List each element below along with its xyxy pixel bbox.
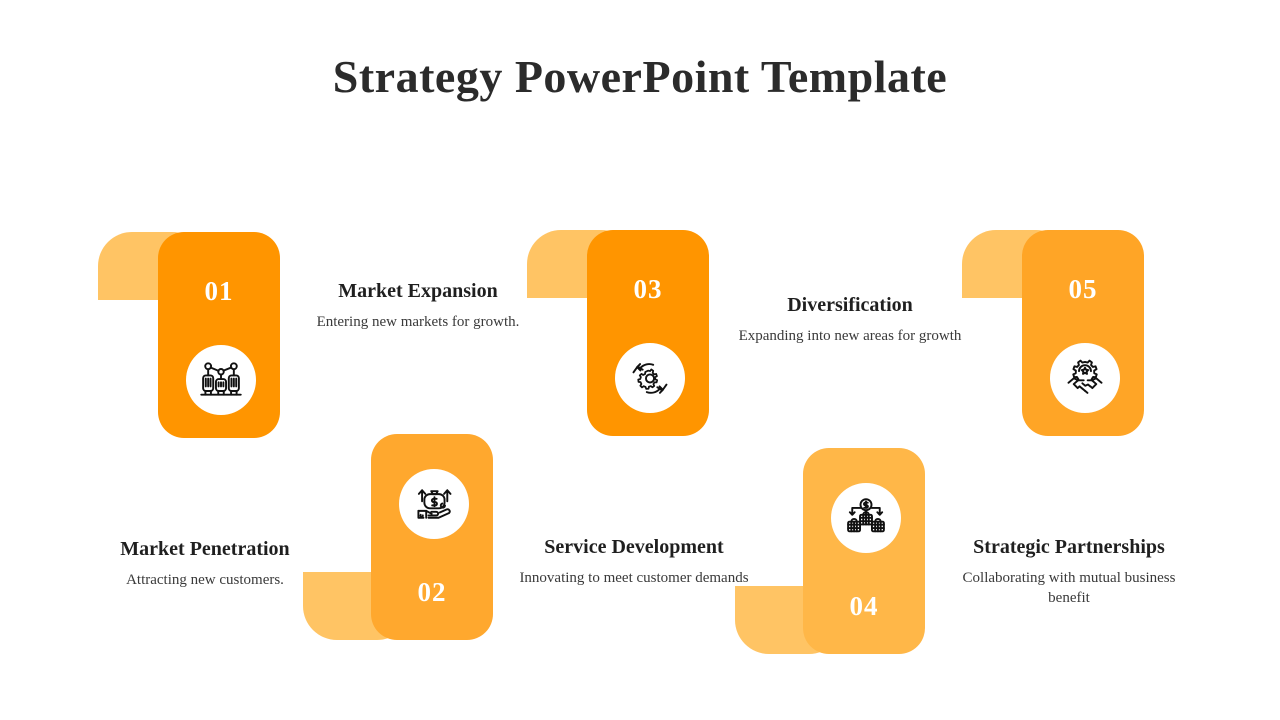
step-05-text: Strategic Partnerships Collaborating wit… <box>954 534 1184 608</box>
step-01-description: Attracting new customers. <box>126 572 284 588</box>
step-card-02[interactable]: Market Expansion Entering new markets fo… <box>303 278 533 640</box>
step-02-graphic: 02 <box>303 350 533 640</box>
step-02-description: Entering new markets for growth. <box>316 314 520 330</box>
step-03-graphic: 03 <box>519 230 749 520</box>
step-03-text: Service Development Innovating to meet c… <box>519 534 749 588</box>
step-04-description: Expanding into new areas for growth <box>738 328 962 344</box>
step-05-number: 05 <box>1068 274 1098 304</box>
handshake-gear-icon <box>1050 343 1120 413</box>
step-card-03[interactable]: 03 Service Development Innovating to mee… <box>519 230 749 588</box>
step-04-title: Diversification <box>787 294 913 316</box>
step-03-title: Service Development <box>544 536 724 558</box>
step-card-04[interactable]: Diversification Expanding into new areas… <box>735 292 965 654</box>
page-title: Strategy PowerPoint Template <box>332 51 948 102</box>
step-03-panel[interactable]: 03 <box>587 230 709 436</box>
step-03-number: 03 <box>633 274 663 304</box>
step-02-panel[interactable]: 02 <box>371 434 493 640</box>
step-02-number: 02 <box>417 577 447 607</box>
step-02-text: Market Expansion Entering new markets fo… <box>303 278 533 332</box>
money-into-baskets-icon <box>831 483 901 553</box>
step-02-title: Market Expansion <box>338 280 498 302</box>
slide-canvas: Strategy PowerPoint Template 01 Market P… <box>0 0 1280 720</box>
market-penetration-icon <box>186 345 256 415</box>
step-03-description: Innovating to meet customer demands <box>519 570 749 586</box>
step-card-05[interactable]: 05 Strategic Partnerships Collaborating … <box>954 230 1184 608</box>
step-04-panel[interactable]: 04 <box>803 448 925 654</box>
step-05-graphic: 05 <box>954 230 1184 520</box>
step-01-text: Market Penetration Attracting new custom… <box>90 536 320 590</box>
step-01-number: 01 <box>204 276 234 306</box>
hand-money-growth-icon <box>399 469 469 539</box>
gear-in-hands-icon <box>615 343 685 413</box>
step-04-text: Diversification Expanding into new areas… <box>735 292 965 346</box>
step-05-panel[interactable]: 05 <box>1022 230 1144 436</box>
step-05-description: Collaborating with mutual business benef… <box>962 570 1176 606</box>
step-04-number: 04 <box>849 591 879 621</box>
step-card-01[interactable]: 01 Market Penetration Attracting new cus… <box>90 232 320 590</box>
step-01-graphic: 01 <box>90 232 320 522</box>
step-04-graphic: 04 <box>735 364 965 654</box>
step-05-title: Strategic Partnerships <box>973 536 1165 558</box>
step-01-title: Market Penetration <box>120 538 290 560</box>
step-01-panel[interactable]: 01 <box>158 232 280 438</box>
